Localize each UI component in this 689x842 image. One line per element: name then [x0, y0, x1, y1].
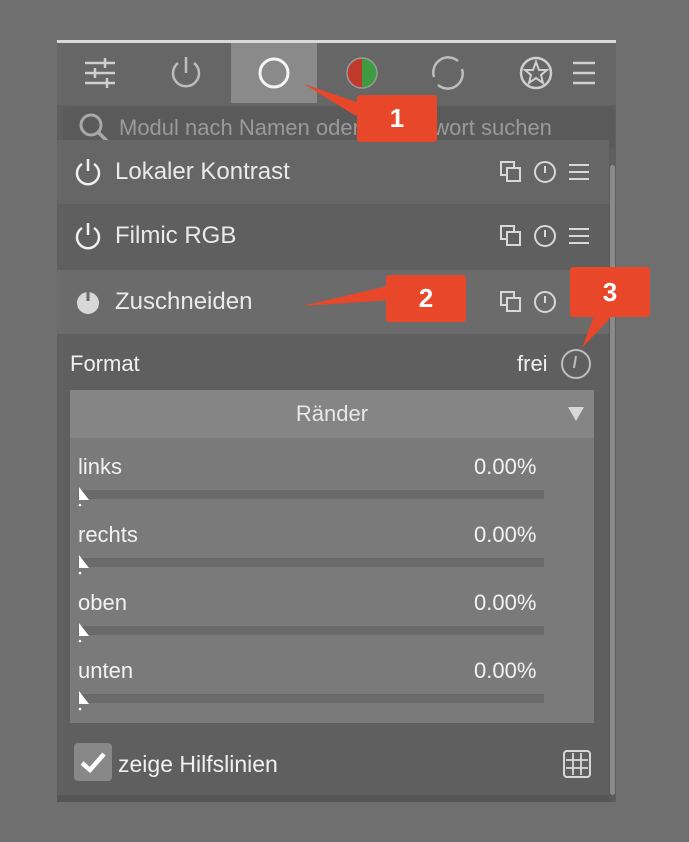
power-icon[interactable]: [73, 221, 103, 251]
tab-color[interactable]: [319, 43, 405, 103]
circle-icon: [258, 57, 290, 89]
refresh-circle-icon: [432, 56, 464, 90]
slider-label: rechts: [78, 522, 138, 547]
slider-track[interactable]: [78, 558, 544, 567]
multi-instance-icon[interactable]: [499, 224, 523, 248]
callout-3: 3: [570, 267, 650, 317]
slider-track[interactable]: [78, 490, 544, 499]
slider-handle-icon[interactable]: [78, 554, 92, 576]
guides-label: zeige Hilfslinien: [118, 751, 278, 777]
slider-unten[interactable]: unten: [78, 658, 133, 684]
borders-title: Ränder: [295, 401, 369, 426]
reset-icon[interactable]: [533, 224, 557, 248]
slider-label: unten: [78, 658, 134, 683]
checkmark-icon: [80, 752, 106, 774]
search-input[interactable]: Modul nach Namen oder Schlagwort suchen: [119, 115, 552, 141]
slider-label: oben: [78, 590, 127, 615]
power-icon[interactable]: [73, 157, 103, 187]
slider-handle-icon[interactable]: [78, 486, 92, 508]
slider-handle-icon[interactable]: [78, 622, 92, 644]
tab-more[interactable]: [569, 43, 616, 103]
guides-checkbox[interactable]: [74, 743, 112, 781]
module-zuschneiden[interactable]: Zuschneiden: [57, 270, 609, 334]
slider-oben[interactable]: oben: [78, 590, 127, 616]
module-label: Filmic RGB: [115, 222, 237, 249]
presets-icon[interactable]: [567, 160, 591, 184]
slider-value: 0.00%: [474, 658, 537, 683]
grid-icon[interactable]: [562, 749, 592, 779]
slider-links[interactable]: links: [78, 454, 122, 480]
power-icon[interactable]: [73, 287, 103, 317]
slider-track[interactable]: [78, 626, 544, 635]
tab-quick-access[interactable]: [57, 43, 143, 103]
menu-icon: [573, 61, 595, 85]
slider-rechts[interactable]: rechts: [78, 522, 138, 548]
callout-2: 2: [386, 275, 466, 322]
color-balance-icon: [346, 57, 378, 89]
effects-icon: [519, 56, 553, 90]
module-label: Lokaler Kontrast: [115, 158, 290, 185]
slider-label: links: [78, 454, 123, 479]
collapse-triangle-icon[interactable]: [566, 405, 586, 423]
slider-value: 0.00%: [474, 454, 537, 479]
multi-instance-icon[interactable]: [499, 290, 523, 314]
scrollbar-thumb[interactable]: [610, 165, 615, 795]
reset-icon[interactable]: [533, 290, 557, 314]
format-dropdown[interactable]: frei: [517, 351, 548, 377]
slider-handle-icon[interactable]: [78, 690, 92, 712]
module-filmic-rgb[interactable]: Filmic RGB: [57, 204, 609, 268]
slider-value: 0.00%: [474, 522, 537, 547]
multi-instance-icon[interactable]: [499, 160, 523, 184]
module-group-tabs: [57, 43, 616, 105]
slider-value: 0.00%: [474, 590, 537, 615]
format-label: Format: [70, 351, 140, 376]
panel-bottom-edge: [57, 795, 609, 802]
callout-1: 1: [357, 95, 437, 142]
module-actions: [499, 204, 591, 268]
orientation-toggle-icon[interactable]: [558, 346, 594, 382]
module-label: Zuschneiden: [115, 288, 253, 315]
slider-track[interactable]: [78, 694, 544, 703]
reset-icon[interactable]: [533, 160, 557, 184]
power-icon: [171, 57, 201, 88]
borders-header[interactable]: Ränder: [70, 390, 594, 438]
module-actions: [499, 140, 591, 204]
tab-correct[interactable]: [405, 43, 491, 103]
presets-icon[interactable]: [567, 224, 591, 248]
sliders-icon: [85, 58, 115, 88]
tab-effects[interactable]: [493, 43, 579, 103]
tab-active-modules[interactable]: [143, 43, 229, 103]
module-lokaler-kontrast[interactable]: Lokaler Kontrast: [57, 140, 609, 204]
tab-base[interactable]: [231, 43, 317, 103]
